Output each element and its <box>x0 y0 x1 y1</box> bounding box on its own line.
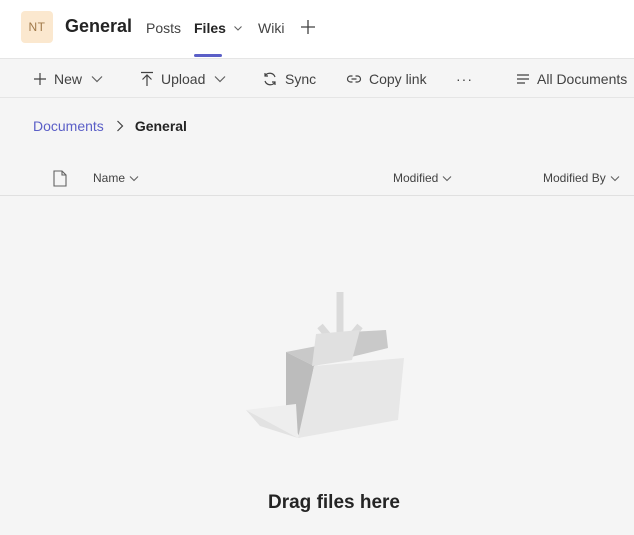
active-tab-indicator <box>194 54 222 57</box>
view-selector[interactable]: All Documents <box>516 59 627 98</box>
channel-header: NT General Posts Files Wiki <box>0 0 634 58</box>
sync-button-label: Sync <box>285 70 317 87</box>
copy-link-button-label: Copy link <box>369 70 427 87</box>
view-selector-label: All Documents <box>537 70 628 87</box>
column-name[interactable]: Name <box>93 171 139 185</box>
plus-icon[interactable] <box>300 19 316 35</box>
breadcrumb: Documents General <box>33 118 187 134</box>
chevron-down-icon <box>214 75 226 82</box>
chevron-down-icon <box>233 26 242 32</box>
column-modified-by[interactable]: Modified By <box>543 171 620 185</box>
chevron-down-icon <box>129 175 139 181</box>
team-avatar[interactable]: NT <box>21 11 53 43</box>
tab-wiki[interactable]: Wiki <box>258 20 284 36</box>
more-options-button[interactable]: ··· <box>456 59 473 98</box>
breadcrumb-current: General <box>134 118 187 134</box>
new-button[interactable]: New <box>33 59 103 98</box>
column-modified-label: Modified <box>393 171 439 185</box>
chevron-down-icon <box>442 175 452 181</box>
upload-button[interactable]: Upload <box>140 59 226 98</box>
plus-icon <box>34 72 46 85</box>
column-modified[interactable]: Modified <box>393 171 452 185</box>
empty-state-label: Drag files here <box>268 492 400 513</box>
more-options-icon: ··· <box>456 70 473 87</box>
tab-files[interactable]: Files <box>194 20 243 36</box>
tab-files-label: Files <box>194 20 226 36</box>
list-view-icon <box>517 73 529 84</box>
empty-folder-illustration <box>246 292 404 438</box>
column-modified-by-label: Modified By <box>543 171 606 185</box>
chevron-down-icon <box>91 75 103 82</box>
column-name-label: Name <box>93 171 126 185</box>
sync-button[interactable]: Sync <box>262 59 316 98</box>
upload-button-label: Upload <box>161 70 206 87</box>
command-bar: New Upload Sync Copy link ··· All Docume… <box>0 58 634 98</box>
upload-icon <box>141 71 153 86</box>
breadcrumb-documents-link[interactable]: Documents <box>33 118 104 134</box>
chevron-right-icon <box>116 120 124 132</box>
file-type-icon[interactable] <box>53 170 67 187</box>
file-list-header: Name Modified Modified By <box>0 160 634 196</box>
chevron-down-icon <box>610 175 620 181</box>
copy-link-button[interactable]: Copy link <box>346 59 427 98</box>
link-icon <box>346 74 362 83</box>
channel-title: General <box>65 16 133 36</box>
tab-posts[interactable]: Posts <box>146 20 181 36</box>
new-button-label: New <box>54 70 83 87</box>
sync-icon <box>264 72 276 85</box>
